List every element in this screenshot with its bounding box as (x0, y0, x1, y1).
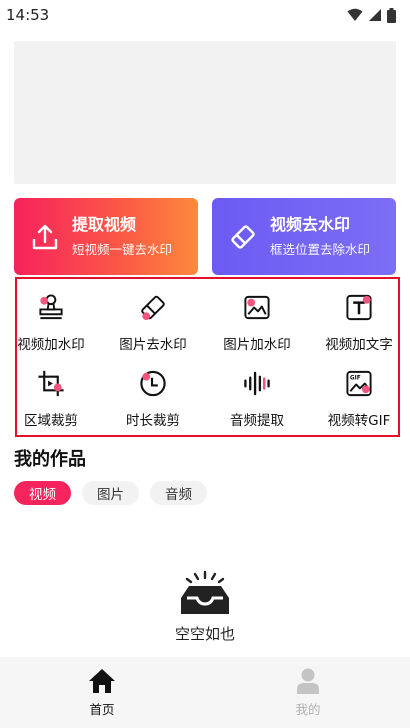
tool-video-watermark[interactable]: 视频加水印 (3, 279, 99, 353)
signal-icon (369, 9, 381, 21)
tool-label: 视频转GIF (327, 413, 391, 429)
card-subtitle: 框选位置去除水印 (270, 241, 371, 257)
extract-video-card[interactable]: 提取视频 短视频一键去水印 (14, 198, 198, 275)
text-icon (346, 294, 372, 321)
home-icon (89, 669, 115, 693)
tool-label: 图片去水印 (119, 337, 187, 353)
battery-icon (387, 7, 396, 23)
nav-home[interactable]: 首页 (72, 657, 132, 728)
tool-label: 视频加水印 (17, 337, 85, 353)
tab-image[interactable]: 图片 (82, 481, 139, 505)
status-time: 14:53 (6, 6, 50, 24)
card-title: 提取视频 (72, 214, 137, 234)
empty-inbox-icon (181, 570, 229, 614)
eraser-icon (141, 295, 165, 321)
tool-video-add-text[interactable]: 视频加文字 (311, 279, 407, 353)
tool-duration-trim[interactable]: 时长裁剪 (105, 355, 201, 429)
tools-grid: 视频加水印 图片去水印 图片加水印 视频加文字 区域裁剪 时长裁剪 音频提取 G… (15, 277, 400, 437)
nav-label: 我的 (295, 702, 321, 717)
tool-image-add-watermark[interactable]: 图片加水印 (209, 279, 305, 353)
gif-icon: GIF (346, 370, 372, 397)
my-works-title: 我的作品 (14, 449, 86, 470)
nav-label: 首页 (89, 702, 115, 717)
tab-video[interactable]: 视频 (14, 481, 71, 505)
card-title: 视频去水印 (270, 214, 351, 234)
empty-state-text: 空空如也 (174, 625, 235, 643)
tool-region-crop[interactable]: 区域裁剪 (3, 355, 99, 429)
tool-image-remove-watermark[interactable]: 图片去水印 (105, 279, 201, 353)
banner-area[interactable] (14, 41, 396, 184)
tool-audio-extract[interactable]: 音频提取 (209, 355, 305, 429)
tab-audio[interactable]: 音频 (150, 481, 207, 505)
tool-video-to-gif[interactable]: GIF 视频转GIF (311, 355, 407, 429)
tool-label: 图片加水印 (223, 337, 291, 353)
tool-label: 视频加文字 (325, 337, 393, 353)
image-icon (244, 295, 270, 320)
status-icons (347, 7, 396, 23)
audio-wave-icon (244, 371, 270, 396)
stamp-icon (39, 294, 63, 320)
nav-mine[interactable]: 我的 (278, 657, 338, 728)
clock-icon (140, 370, 166, 397)
tool-label: 音频提取 (230, 413, 284, 429)
bottom-nav: 首页 我的 (0, 657, 410, 728)
svg-text:GIF: GIF (350, 376, 361, 382)
user-icon (297, 668, 319, 694)
tool-label: 时长裁剪 (126, 413, 180, 429)
status-bar: 14:53 (0, 0, 410, 30)
remove-watermark-card[interactable]: 视频去水印 框选位置去除水印 (212, 198, 396, 275)
crop-icon (38, 370, 64, 397)
wifi-icon (347, 8, 363, 21)
eraser-icon (231, 224, 255, 249)
tool-label: 区域裁剪 (24, 413, 78, 429)
upload-tray-icon (32, 224, 58, 249)
card-subtitle: 短视频一键去水印 (72, 241, 173, 257)
